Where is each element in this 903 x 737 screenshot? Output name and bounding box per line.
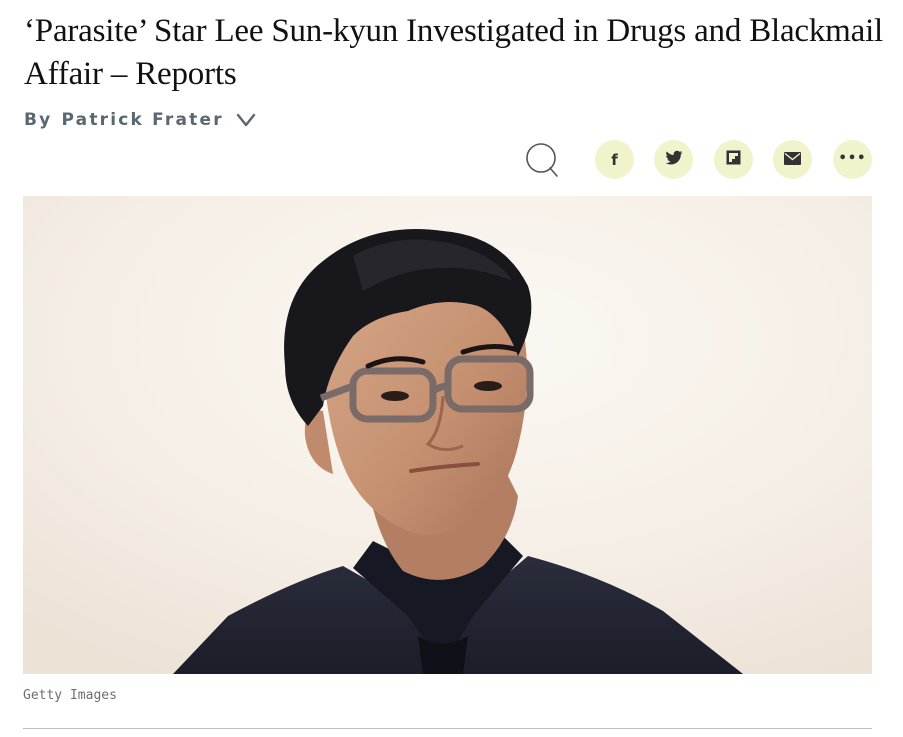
byline-prefix: By: [24, 110, 53, 130]
twitter-share-button[interactable]: [654, 140, 693, 179]
chevron-down-icon[interactable]: [236, 110, 256, 130]
flipboard-icon: [726, 150, 741, 169]
article-headline: ‘Parasite’ Star Lee Sun-kyun Investigate…: [24, 13, 884, 92]
more-share-options-button[interactable]: •••: [833, 140, 872, 179]
facebook-icon: f: [611, 150, 618, 169]
byline[interactable]: By Patrick Frater: [24, 106, 256, 134]
comment-bubble-icon[interactable]: [520, 138, 564, 182]
hero-photo: [23, 196, 872, 674]
photo-credit: Getty Images: [23, 688, 117, 703]
facebook-share-button[interactable]: f: [595, 140, 634, 179]
email-icon: [784, 150, 801, 169]
author-name[interactable]: Patrick Frater: [61, 110, 223, 130]
email-share-button[interactable]: [773, 140, 812, 179]
flipboard-share-button[interactable]: [714, 140, 753, 179]
more-icon: •••: [838, 151, 867, 166]
share-bar: f •••: [520, 138, 872, 184]
divider: [23, 728, 872, 729]
twitter-icon: [665, 150, 683, 170]
